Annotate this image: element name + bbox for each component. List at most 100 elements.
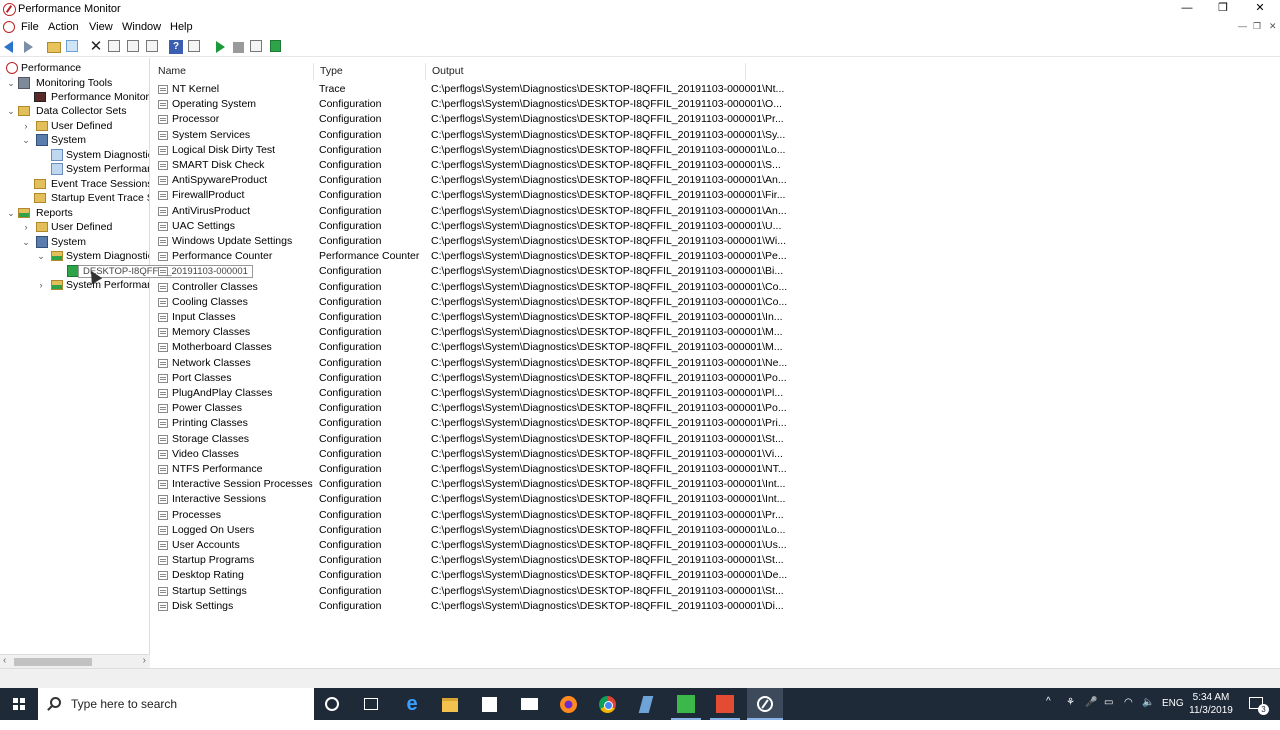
edge-icon[interactable]: e bbox=[402, 694, 422, 714]
table-row[interactable]: Controller Classes Configuration C:\perflo… bbox=[152, 280, 787, 295]
table-row[interactable]: User Accounts Configuration C:\perflogs\Sy… bbox=[152, 538, 787, 553]
table-row[interactable]: FirewallProduct Configuration C:\perflogs\… bbox=[152, 188, 785, 203]
store-icon[interactable] bbox=[482, 697, 497, 712]
view-icon[interactable] bbox=[188, 40, 200, 52]
expand-chevron-icon[interactable]: ⌄ bbox=[21, 133, 31, 147]
mdi-app-icon[interactable] bbox=[3, 21, 15, 33]
taskbar-clock[interactable]: 5:34 AM 11/3/2019 bbox=[1188, 691, 1234, 717]
table-row[interactable]: Power Classes Configuration C:\perflogs\Sy… bbox=[152, 401, 787, 416]
tree-node-reports-system-diagnostics[interactable]: ⌄ System Diagnostics bbox=[36, 249, 149, 263]
table-row[interactable]: UAC Settings Configuration C:\perflogs\Sys… bbox=[152, 219, 781, 234]
table-row[interactable]: SMART Disk Check Configuration C:\perflogs… bbox=[152, 158, 781, 173]
latest-report-icon[interactable] bbox=[270, 40, 281, 52]
minimize-button[interactable]: — bbox=[1169, 0, 1205, 19]
tree-node-startup-event-trace-sessions[interactable]: Startup Event Trace Sess bbox=[21, 191, 149, 205]
table-row[interactable]: Port Classes Configuration C:\perflogs\Sys… bbox=[152, 371, 787, 386]
table-row[interactable]: AntiSpywareProduct Configuration C:\perflo… bbox=[152, 173, 787, 188]
table-row[interactable]: Video Classes Configuration C:\perflogs\Sy… bbox=[152, 447, 783, 462]
table-row[interactable]: Storage Classes Configuration C:\perflogs\… bbox=[152, 432, 784, 447]
scroll-left-icon[interactable]: ‹ bbox=[3, 655, 6, 666]
tree-node-monitoring-tools[interactable]: ⌄ Monitoring Tools bbox=[6, 76, 149, 90]
expand-chevron-icon[interactable]: ⌄ bbox=[36, 249, 46, 263]
table-row[interactable]: Desktop Rating Configuration C:\perflogs\S… bbox=[152, 568, 787, 583]
menu-view[interactable]: View bbox=[89, 21, 113, 33]
tree-node-reports[interactable]: ⌄ Reports bbox=[6, 206, 149, 220]
table-row[interactable]: Configuration C:\perflogs\System\Diagnost… bbox=[152, 264, 783, 279]
table-row[interactable]: Interactive Session Processes Configurati… bbox=[152, 477, 785, 492]
restore-button[interactable]: ❐ bbox=[1205, 0, 1241, 19]
performance-monitor-icon[interactable] bbox=[757, 696, 773, 712]
expand-chevron-icon[interactable]: ⌄ bbox=[6, 206, 16, 220]
tree-node-user-defined[interactable]: › User Defined bbox=[21, 119, 149, 133]
forward-icon[interactable] bbox=[24, 41, 33, 53]
wifi-icon[interactable]: ◠ bbox=[1124, 697, 1133, 729]
start-button[interactable] bbox=[0, 688, 38, 720]
mdi-close-button[interactable]: ✕ bbox=[1269, 21, 1277, 32]
tree-node-system-performance[interactable]: System Performanc bbox=[36, 162, 149, 176]
table-row[interactable]: PlugAndPlay Classes Configuration C:\perfl… bbox=[152, 386, 783, 401]
expand-chevron-icon[interactable]: ⌄ bbox=[6, 76, 16, 90]
chrome-icon[interactable] bbox=[599, 696, 616, 713]
camtasia-red-icon[interactable] bbox=[716, 695, 734, 713]
table-row[interactable]: Memory Classes Configuration C:\perflogs\S… bbox=[152, 325, 783, 340]
table-row[interactable]: Disk Settings Configuration C:\perflogs\Sy… bbox=[152, 599, 784, 614]
start-icon[interactable] bbox=[216, 41, 225, 53]
expand-chevron-icon[interactable]: ⌄ bbox=[6, 104, 16, 118]
table-row[interactable]: Startup Settings Configuration C:\perflogs… bbox=[152, 584, 784, 599]
expand-chevron-icon[interactable]: › bbox=[21, 220, 31, 234]
table-row[interactable]: Logical Disk Dirty Test Configuration C:\p… bbox=[152, 143, 785, 158]
mail-icon[interactable] bbox=[521, 698, 538, 710]
help-icon[interactable]: ? bbox=[169, 40, 183, 54]
mdi-restore-button[interactable]: ❐ bbox=[1253, 21, 1261, 32]
table-row[interactable]: AntiVirusProduct Configuration C:\perflogs… bbox=[152, 204, 787, 219]
save-template-icon[interactable] bbox=[250, 40, 262, 52]
cortana-icon[interactable] bbox=[325, 697, 339, 711]
expand-chevron-icon[interactable]: ⌄ bbox=[21, 235, 31, 249]
column-header-type[interactable]: Type bbox=[314, 63, 426, 80]
table-row[interactable]: Startup Programs Configuration C:\perflogs… bbox=[152, 553, 784, 568]
table-row[interactable]: Cooling Classes Configuration C:\perflogs\… bbox=[152, 295, 787, 310]
mdi-minimize-button[interactable]: — bbox=[1238, 21, 1247, 31]
file-explorer-icon[interactable] bbox=[442, 698, 458, 712]
table-row[interactable]: Printing Classes Configuration C:\perflogs… bbox=[152, 416, 787, 431]
export-list-icon[interactable] bbox=[146, 40, 158, 52]
tree-horizontal-scrollbar[interactable]: ‹ › bbox=[0, 654, 150, 668]
firefox-icon[interactable] bbox=[560, 696, 577, 713]
up-folder-icon[interactable] bbox=[47, 42, 61, 53]
scrollbar-thumb[interactable] bbox=[14, 658, 92, 666]
tree-node-system-diagnostics[interactable]: System Diagnostics bbox=[36, 148, 149, 162]
camtasia-green-icon[interactable] bbox=[677, 695, 695, 713]
scroll-right-icon[interactable]: › bbox=[143, 655, 146, 666]
properties-icon[interactable] bbox=[108, 40, 120, 52]
table-row[interactable]: Processes Configuration C:\perflogs\System… bbox=[152, 508, 784, 523]
show-hidden-icons-icon[interactable]: ^ bbox=[1046, 696, 1051, 728]
tree-node-data-collector-sets[interactable]: ⌄ Data Collector Sets bbox=[6, 104, 149, 118]
task-view-icon[interactable] bbox=[364, 698, 378, 710]
menu-window[interactable]: Window bbox=[122, 21, 161, 33]
language-indicator[interactable]: ENG bbox=[1162, 698, 1184, 730]
expand-chevron-icon[interactable]: › bbox=[36, 278, 46, 292]
feather-app-icon[interactable] bbox=[638, 696, 654, 713]
stop-icon[interactable] bbox=[233, 42, 244, 53]
table-row[interactable]: Processor Configuration C:\perflogs\System… bbox=[152, 112, 784, 127]
tree-node-reports-user-defined[interactable]: › User Defined bbox=[21, 220, 149, 234]
column-header-output[interactable]: Output bbox=[426, 63, 746, 80]
action-center-icon[interactable]: 3 bbox=[1249, 697, 1269, 715]
tree-node-system[interactable]: ⌄ System bbox=[21, 133, 149, 147]
table-row[interactable]: Performance Counter Performance Counter C:… bbox=[152, 249, 787, 264]
tree-node-reports-system[interactable]: ⌄ System bbox=[21, 235, 149, 249]
microphone-icon[interactable]: 🎤 bbox=[1085, 697, 1097, 729]
tree-node-performance[interactable]: Performance bbox=[3, 61, 149, 75]
table-row[interactable]: Interactive Sessions Configuration C:\perf… bbox=[152, 492, 785, 507]
back-icon[interactable] bbox=[4, 41, 13, 53]
show-hide-tree-icon[interactable] bbox=[66, 40, 78, 52]
menu-file[interactable]: File bbox=[21, 21, 39, 33]
expand-chevron-icon[interactable]: › bbox=[21, 119, 31, 133]
table-row[interactable]: Motherboard Classes Configuration C:\perfl… bbox=[152, 340, 783, 355]
refresh-icon[interactable] bbox=[127, 40, 139, 52]
menu-help[interactable]: Help bbox=[170, 21, 193, 33]
table-row[interactable]: Operating System Configuration C:\perflogs… bbox=[152, 97, 782, 112]
tree-node-event-trace-sessions[interactable]: Event Trace Sessions bbox=[21, 177, 149, 191]
table-row[interactable]: Windows Update Settings Configuration C:\p… bbox=[152, 234, 786, 249]
column-header-name[interactable]: Name bbox=[152, 63, 314, 80]
